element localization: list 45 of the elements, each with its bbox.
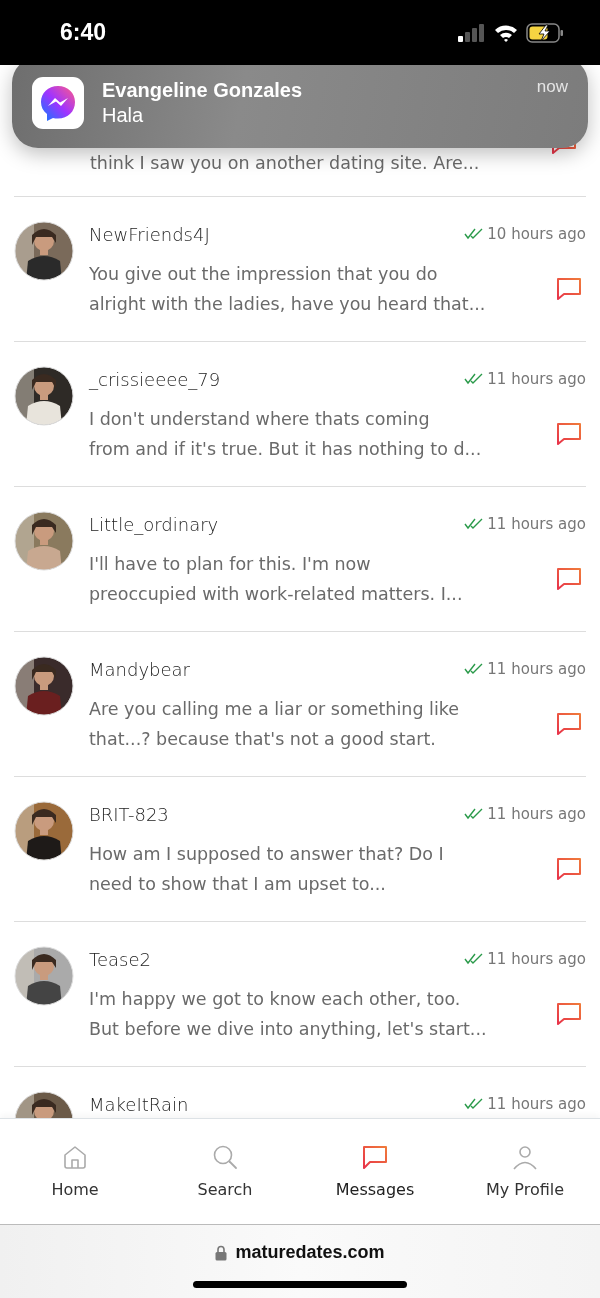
url-text[interactable]: maturedates.com [235, 1242, 385, 1263]
message-time: 11 hours ago [487, 805, 586, 823]
notification-message: Hala [102, 103, 145, 127]
message-time: 11 hours ago [487, 950, 586, 968]
status-time: 6:40 [60, 19, 107, 46]
chat-icon[interactable] [556, 567, 582, 591]
message-time: 11 hours ago [487, 1095, 586, 1113]
notification-time: now [536, 77, 568, 97]
username[interactable]: Tease2 [89, 948, 151, 970]
home-icon [62, 1144, 88, 1170]
message-preview[interactable]: Are you calling me a liar or something like that...? because that's not a good start. [89, 694, 460, 754]
chat-icon[interactable] [556, 277, 582, 301]
lock-icon [215, 1244, 228, 1261]
message-preview[interactable]: I'll have to plan for this. I'm now preoccupied with work-related matters. I... [89, 549, 463, 609]
message-preview[interactable]: You give out the impression that you do alright with the ladies, have you heard that... [89, 259, 486, 319]
wifi-icon [494, 23, 518, 42]
nav-tab[interactable]: Home [0, 1119, 150, 1224]
nav-tab[interactable]: My Profile [450, 1119, 600, 1224]
nav-tab[interactable]: Messages [300, 1119, 450, 1224]
chat-icon[interactable] [556, 1002, 582, 1026]
chat-icon[interactable] [556, 422, 582, 446]
notification-title: Evangeline Gonzales [102, 78, 304, 102]
username[interactable]: _crissieeee_79 [89, 368, 221, 390]
username[interactable]: Mandybear [89, 658, 190, 680]
battery-icon [526, 22, 564, 43]
chat-icon[interactable] [556, 857, 582, 881]
message-time: 10 hours ago [487, 225, 586, 243]
username[interactable]: MakeItRain [89, 1093, 189, 1115]
message-time: 11 hours ago [487, 370, 586, 388]
chat-icon [362, 1144, 388, 1170]
signal-icon [458, 23, 486, 42]
chat-icon[interactable] [556, 712, 582, 736]
message-time: 11 hours ago [487, 660, 586, 678]
message-preview[interactable]: I'm happy we got to know each other, too. But before we dive into anything, let's start... [89, 984, 487, 1044]
message-preview[interactable]: think I saw you on another dating site. Are... [90, 151, 480, 175]
username[interactable]: NewFriends4J [89, 223, 210, 245]
search-icon [212, 1144, 238, 1170]
nav-tab[interactable]: Search [150, 1119, 300, 1224]
messenger-icon [32, 76, 84, 129]
message-preview[interactable]: How am I supposed to answer that? Do I need to show that I am upset to... [89, 839, 444, 899]
message-preview[interactable]: I don't understand where thats coming from and if it's true. But it has nothing to d... [89, 404, 482, 464]
person-icon [512, 1144, 538, 1170]
username[interactable]: BRIT-823 [89, 803, 169, 825]
username[interactable]: Little_ordinary [89, 513, 219, 535]
message-time: 11 hours ago [487, 515, 586, 533]
